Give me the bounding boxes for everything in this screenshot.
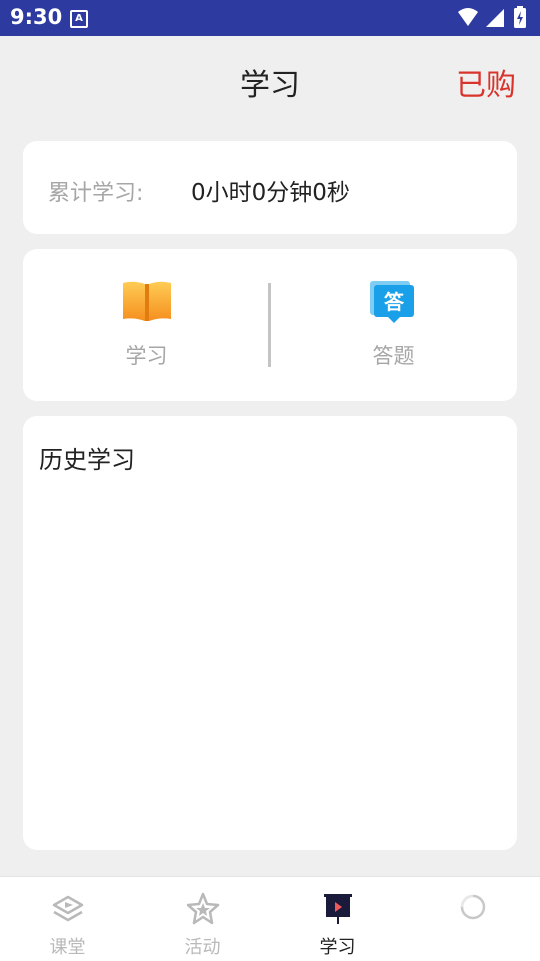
status-bar: 9:30 A	[0, 0, 540, 36]
bottom-nav-activity[interactable]: 活动	[135, 877, 270, 961]
bottom-nav-label: 活动	[184, 937, 221, 958]
study-nav-label: 学习	[125, 344, 168, 368]
answer-bubble-icon: 答	[370, 281, 414, 323]
bottom-nav: 课堂 活动 学习	[0, 876, 540, 961]
status-time: 9:30	[10, 5, 63, 29]
notification-a-icon: A	[70, 10, 88, 28]
study-time-value: 0小时0分钟0秒	[191, 180, 350, 206]
loading-circle-icon	[460, 894, 486, 920]
study-nav-button[interactable]: 学习	[23, 249, 270, 401]
bottom-nav-study[interactable]: 学习	[270, 877, 405, 961]
star-icon	[186, 892, 220, 925]
bottom-nav-more[interactable]	[405, 877, 540, 961]
presentation-board-icon	[324, 894, 352, 924]
classroom-icon	[52, 895, 84, 922]
study-time-label: 累计学习:	[48, 181, 144, 206]
quick-nav-card: 学习 答 答题	[23, 249, 517, 401]
bottom-nav-label: 学习	[319, 937, 356, 958]
open-book-icon	[123, 281, 171, 321]
app-header: 学习 已购	[0, 36, 540, 120]
battery-icon	[514, 6, 526, 28]
purchased-button[interactable]: 已购	[456, 60, 516, 104]
answer-nav-button[interactable]: 答 答题	[270, 249, 517, 401]
signal-icon	[486, 9, 504, 27]
bottom-nav-label: 课堂	[49, 937, 86, 958]
history-heading: 历史学习	[39, 446, 135, 474]
answer-nav-label: 答题	[372, 344, 415, 368]
history-card: 历史学习	[23, 416, 517, 850]
system-status-icons	[458, 6, 526, 28]
answer-glyph: 答	[384, 290, 405, 314]
wifi-icon	[458, 8, 478, 26]
study-time-card: 累计学习: 0小时0分钟0秒	[23, 141, 517, 234]
bottom-nav-classroom[interactable]: 课堂	[0, 877, 135, 961]
